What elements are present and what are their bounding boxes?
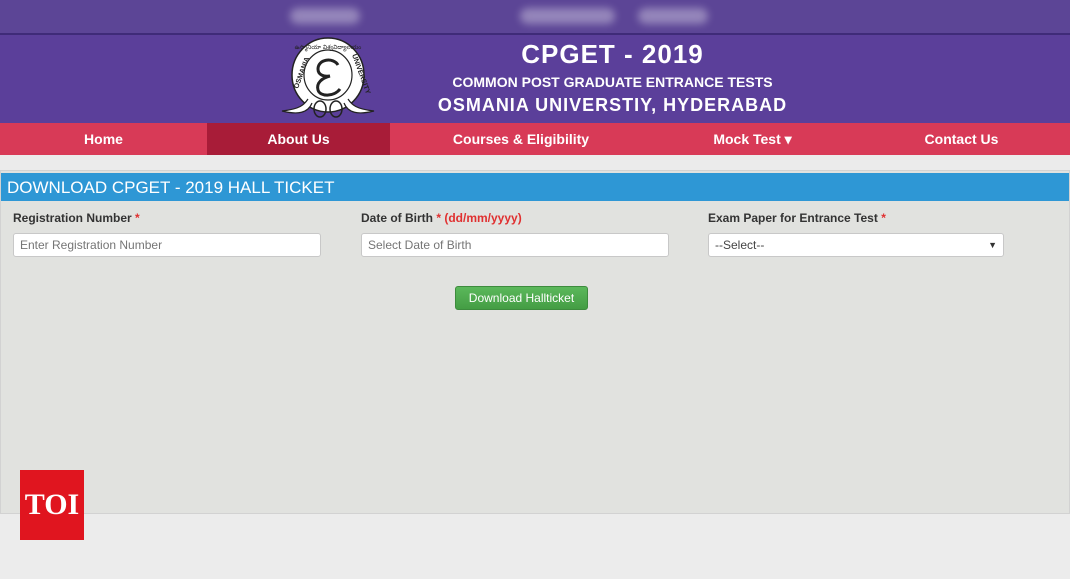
download-hallticket-button[interactable]: Download Hallticket: [455, 286, 588, 310]
panel-heading: DOWNLOAD CPGET - 2019 HALL TICKET: [1, 173, 1069, 201]
osmania-university-logo: ఉస్మానియా విశ్వవిద్యాలయం OSMANIA UNIVERS…: [281, 37, 375, 118]
header-title-block: CPGET - 2019 COMMON POST GRADUATE ENTRAN…: [420, 35, 805, 116]
exam-paper-field-group: Exam Paper for Entrance Test * --Select-…: [708, 211, 1004, 257]
nav-courses-eligibility[interactable]: Courses & Eligibility: [390, 123, 652, 155]
dropdown-arrow-icon: ▼: [988, 240, 997, 250]
exam-paper-label: Exam Paper for Entrance Test *: [708, 211, 886, 225]
nav-mock-test[interactable]: Mock Test ▾: [652, 123, 853, 155]
main-nav: Home About Us Courses & Eligibility Mock…: [0, 123, 1070, 155]
dob-label: Date of Birth * (dd/mm/yyyy): [361, 211, 522, 225]
nav-home[interactable]: Home: [0, 123, 207, 155]
exam-paper-selected-value: --Select--: [715, 238, 765, 252]
logo-ring-top-text: ఉస్మానియా విశ్వవిద్యాలయం: [295, 44, 362, 52]
registration-label: Registration Number *: [13, 211, 140, 225]
site-header: ఉస్మానియా విశ్వవిద్యాలయం OSMANIA UNIVERS…: [0, 35, 1070, 123]
page-subtitle: COMMON POST GRADUATE ENTRANCE TESTS: [452, 74, 773, 90]
nav-home-label: Home: [84, 131, 123, 147]
nav-contact-us[interactable]: Contact Us: [853, 123, 1070, 155]
nav-about-us-label: About Us: [267, 131, 330, 147]
nav-courses-label: Courses & Eligibility: [452, 131, 590, 147]
chevron-down-icon: ▾: [784, 131, 792, 147]
top-blurred-bar: [0, 0, 1070, 35]
nav-about-us[interactable]: About Us: [207, 123, 390, 155]
toi-watermark-logo: TOI: [20, 470, 84, 540]
exam-paper-select[interactable]: --Select-- ▼: [708, 233, 1004, 257]
dob-field-group: Date of Birth * (dd/mm/yyyy): [361, 211, 669, 257]
university-name: OSMANIA UNIVERSTIY, HYDERABAD: [437, 95, 788, 115]
date-of-birth-input[interactable]: [361, 233, 669, 257]
hall-ticket-panel: DOWNLOAD CPGET - 2019 HALL TICKET Regist…: [0, 170, 1070, 514]
required-mark: *: [135, 211, 140, 225]
registration-number-input[interactable]: [13, 233, 321, 257]
required-mark: * (dd/mm/yyyy): [436, 211, 522, 225]
blurred-element: [290, 8, 360, 24]
required-mark: *: [881, 211, 886, 225]
page-title: CPGET - 2019: [521, 39, 704, 69]
nav-contact-us-label: Contact Us: [924, 131, 999, 147]
page-footer-area: [0, 514, 1070, 579]
blurred-element: [638, 8, 708, 24]
blurred-element: [520, 8, 615, 24]
nav-mock-test-label: Mock Test: [713, 131, 781, 147]
registration-field-group: Registration Number *: [13, 211, 321, 257]
